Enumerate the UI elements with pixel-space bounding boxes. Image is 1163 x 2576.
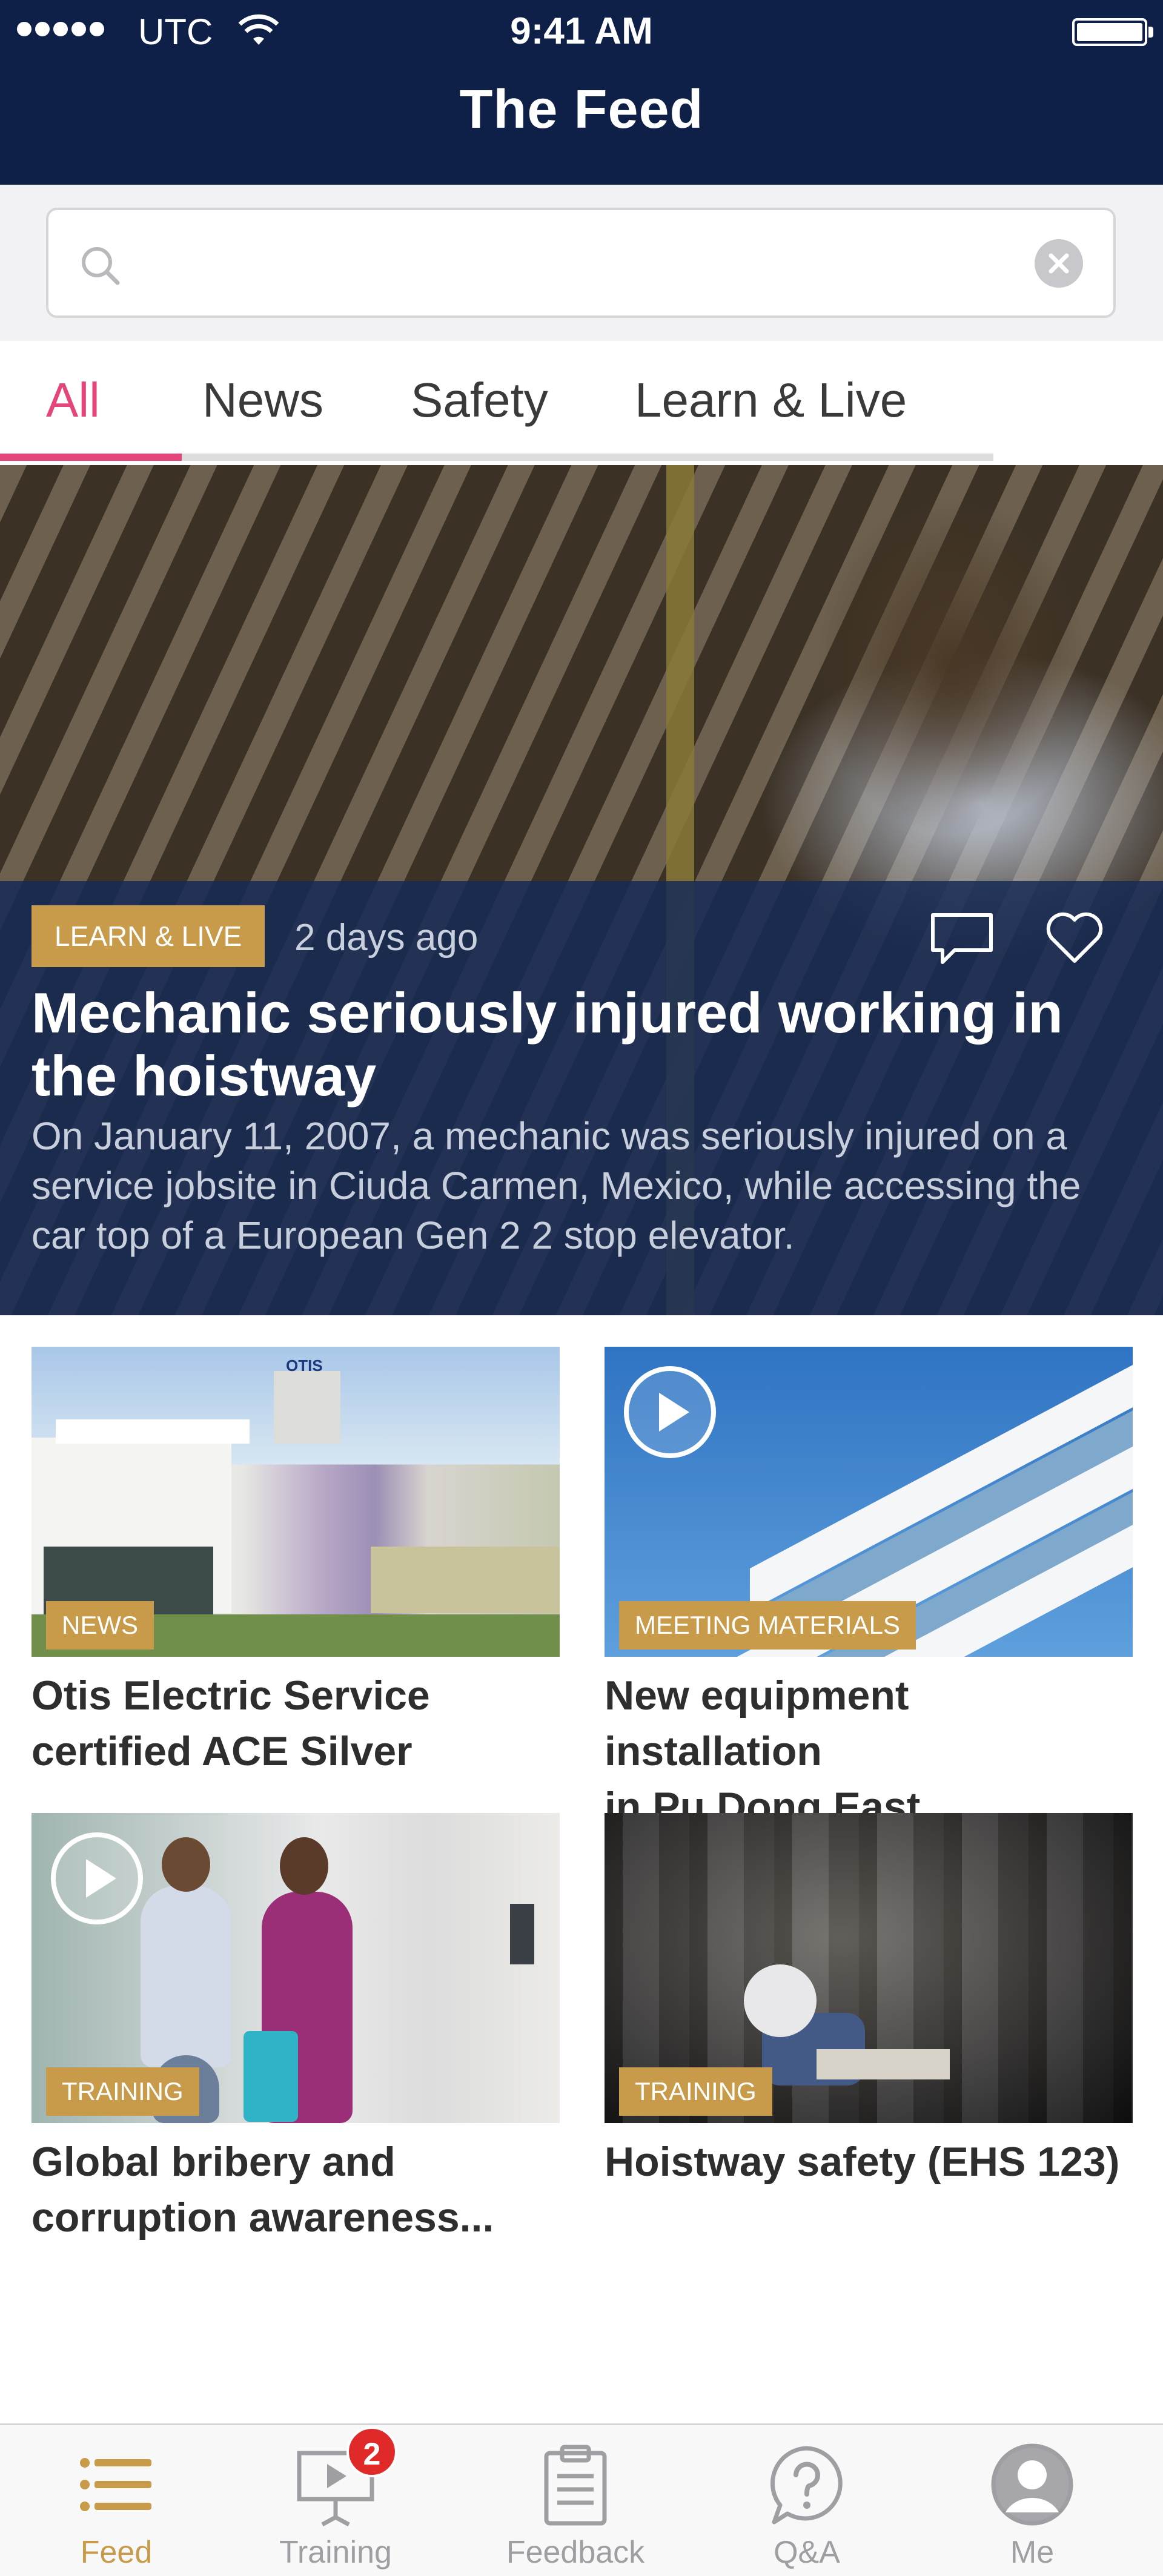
search-bar: [0, 185, 1163, 341]
category-badge: NEWS: [46, 1601, 154, 1650]
category-badge: LEARN & LIVE: [31, 905, 265, 967]
featured-article-title: Mechanic seriously injured working in th…: [31, 981, 1063, 1108]
tabbar-item-training[interactable]: 2 Training: [219, 2425, 452, 2576]
clear-search-icon[interactable]: [1035, 239, 1083, 288]
article-card-image: TRAINING: [31, 1813, 560, 2123]
featured-article-summary: On January 11, 2007, a mechanic was seri…: [31, 1114, 1081, 1257]
article-card-title: New equipment installation in Pu Dong Ea…: [605, 1673, 921, 1830]
category-badge: MEETING MATERIALS: [619, 1601, 916, 1650]
status-time: 9:41 AM: [510, 10, 653, 52]
article-card-title: Global bribery and corruption awareness.…: [31, 2139, 494, 2241]
top-bar: UTC 9:41 AM The Feed: [0, 0, 1163, 185]
tabbar-item-me[interactable]: Me: [916, 2425, 1148, 2576]
feed-screen: UTC 9:41 AM The Feed All News Safety Lea…: [0, 0, 1163, 2576]
clipboard-icon: [533, 2442, 618, 2527]
article-card-image: OTIS NEWS: [31, 1347, 560, 1657]
tab-learn-and-live[interactable]: Learn & Live: [635, 372, 907, 428]
search-box[interactable]: [46, 208, 1116, 318]
article-card[interactable]: OTIS NEWS Otis Electric Service certifie…: [31, 1347, 560, 1779]
category-badge: TRAINING: [46, 2067, 199, 2116]
notification-badge: 2: [346, 2426, 397, 2477]
article-card[interactable]: MEETING MATERIALS New equipment installa…: [605, 1347, 1133, 1835]
tabbar-label: Training: [279, 2535, 392, 2570]
tabbar-label: Feed: [80, 2535, 153, 2570]
article-card-title: Hoistway safety (EHS 123): [605, 2139, 1120, 2185]
article-timestamp: 2 days ago: [294, 917, 479, 959]
status-bar: UTC 9:41 AM: [0, 0, 1163, 61]
category-tabs: All News Safety Learn & Live: [0, 341, 1163, 465]
tabbar-label: Me: [1010, 2535, 1055, 2570]
tabbar-item-feedback[interactable]: Feedback: [459, 2425, 692, 2576]
play-video-icon[interactable]: [48, 1830, 145, 1930]
tabbar-item-feed[interactable]: Feed: [0, 2425, 233, 2576]
article-card-image: TRAINING: [605, 1813, 1133, 2123]
article-card-image: MEETING MATERIALS: [605, 1347, 1133, 1657]
search-icon: [79, 244, 122, 291]
featured-article-overlay: LEARN & LIVE 2 days ago Mechanic serious…: [0, 881, 1163, 1315]
category-badge: TRAINING: [619, 2067, 772, 2116]
tab-safety[interactable]: Safety: [411, 372, 548, 428]
like-heart-icon[interactable]: [1044, 909, 1105, 970]
article-card[interactable]: TRAINING Hoistway safety (EHS 123): [605, 1813, 1133, 2190]
play-video-icon[interactable]: [621, 1364, 718, 1464]
tabbar-label: Q&A: [774, 2535, 840, 2570]
tab-active-indicator: [0, 454, 182, 461]
article-card[interactable]: TRAINING Global bribery and corruption a…: [31, 1813, 560, 2245]
tabbar-label: Feedback: [506, 2535, 645, 2570]
search-input[interactable]: [139, 234, 1018, 295]
question-bubble-icon: [764, 2442, 849, 2527]
tabbar-item-qa[interactable]: Q&A: [691, 2425, 923, 2576]
comment-icon[interactable]: [928, 910, 996, 971]
building-sign: OTIS: [286, 1356, 323, 1375]
battery-icon: [1072, 18, 1153, 46]
page-title: The Feed: [459, 79, 704, 140]
list-icon: [74, 2442, 159, 2527]
profile-icon: [990, 2442, 1075, 2527]
featured-article[interactable]: LEARN & LIVE 2 days ago Mechanic serious…: [0, 465, 1163, 1315]
tab-news[interactable]: News: [202, 372, 323, 428]
article-card-title: Otis Electric Service certified ACE Silv…: [31, 1673, 430, 1774]
bottom-tab-bar: Feed 2 Training Feedback Q&A Me: [0, 2423, 1163, 2576]
tab-all[interactable]: All: [46, 372, 100, 428]
